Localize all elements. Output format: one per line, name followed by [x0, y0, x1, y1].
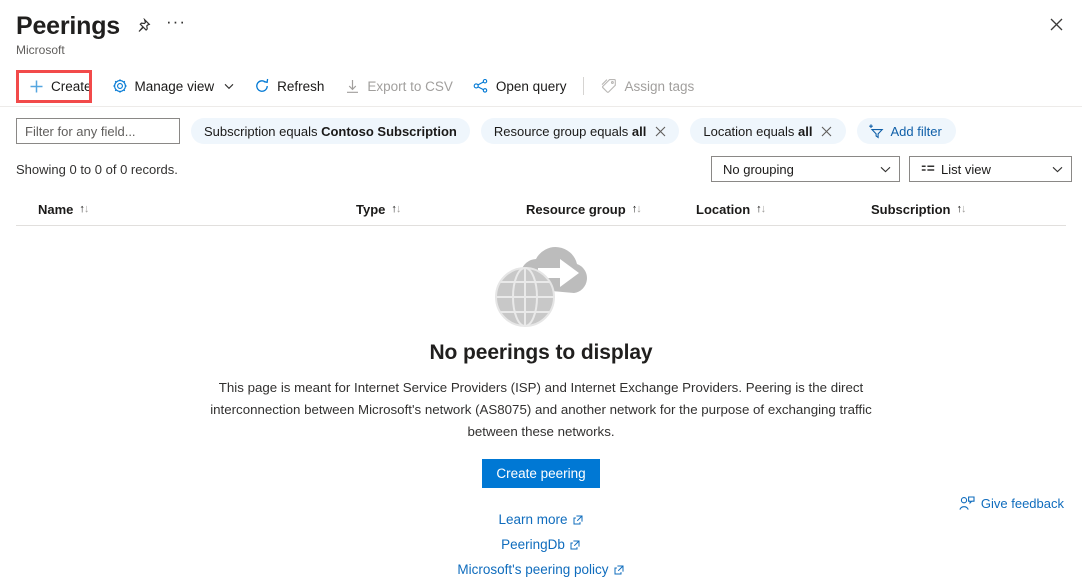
gear-icon — [112, 78, 128, 94]
sort-icon: ↑ ↓ — [391, 203, 401, 215]
refresh-icon — [254, 78, 270, 94]
grouping-dropdown-value: No grouping — [723, 161, 794, 177]
external-link-icon — [570, 539, 581, 550]
column-header-resource-group[interactable]: Resource group ↑ ↓ — [526, 202, 696, 217]
column-header-subscription[interactable]: Subscription ↑ ↓ — [871, 201, 966, 217]
add-filter-label: Add filter — [890, 123, 942, 139]
manage-view-button[interactable]: Manage view — [102, 71, 245, 101]
give-feedback-button[interactable]: Give feedback — [959, 496, 1064, 511]
learn-more-link[interactable]: Learn more — [498, 512, 583, 527]
tag-icon — [601, 78, 617, 94]
column-header-resource-group-label: Resource group — [526, 201, 626, 217]
export-to-csv-button[interactable]: Export to CSV — [334, 71, 463, 101]
export-to-csv-label: Export to CSV — [367, 78, 453, 94]
results-toolbar: Showing 0 to 0 of 0 records. No grouping… — [0, 144, 1082, 182]
sort-icon: ↑ ↓ — [956, 203, 966, 215]
sort-icon: ↑ ↓ — [756, 203, 766, 215]
search-input[interactable] — [25, 123, 171, 139]
globe-cloud-peering-icon — [482, 243, 600, 329]
peeringdb-link[interactable]: PeeringDb — [501, 537, 581, 552]
assign-tags-label: Assign tags — [624, 78, 695, 94]
refresh-button[interactable]: Refresh — [244, 71, 334, 101]
plus-icon — [28, 78, 44, 94]
peeringdb-label: PeeringDb — [501, 537, 565, 552]
records-count: Showing 0 to 0 of 0 records. — [16, 161, 178, 177]
filter-pill-subscription[interactable]: Subscription equals Contoso Subscription — [191, 118, 470, 144]
remove-filter-icon[interactable] — [654, 125, 666, 137]
download-icon — [344, 78, 360, 94]
create-peering-button[interactable]: Create peering — [482, 459, 600, 488]
external-link-icon — [573, 514, 584, 525]
create-button[interactable]: Create — [18, 71, 102, 101]
learn-more-label: Learn more — [498, 512, 568, 527]
filter-pill-resource-group[interactable]: Resource group equals all — [480, 118, 680, 144]
empty-state-description: This page is meant for Internet Service … — [210, 380, 872, 439]
page-subtitle: Microsoft — [16, 43, 65, 57]
assign-tags-button[interactable]: Assign tags — [591, 71, 704, 101]
column-header-location-label: Location — [696, 201, 751, 217]
filter-bar: Subscription equals Contoso Subscription… — [0, 107, 1082, 144]
list-view-icon — [921, 163, 935, 175]
open-query-label: Open query — [495, 78, 567, 94]
pin-icon[interactable] — [134, 17, 152, 35]
person-feedback-icon — [959, 496, 975, 511]
chevron-down-icon — [1051, 163, 1063, 175]
create-button-label: Create — [51, 78, 92, 94]
peerings-blade: Peerings ··· Microsoft Create Manage vie… — [0, 0, 1082, 577]
title-row: Peerings ··· — [16, 10, 1082, 42]
ellipsis-icon[interactable]: ··· — [166, 13, 186, 35]
blade-header: Peerings ··· Microsoft — [0, 0, 1082, 57]
column-header-subscription-label: Subscription — [871, 201, 951, 217]
empty-state-title: No peerings to display — [429, 341, 653, 364]
refresh-label: Refresh — [277, 78, 325, 94]
toolbar-divider — [583, 77, 585, 95]
column-header-name[interactable]: Name ↑ ↓ — [16, 202, 356, 217]
close-icon[interactable] — [1040, 8, 1072, 40]
search-input-wrapper[interactable] — [16, 118, 180, 144]
empty-state: No peerings to display This page is mean… — [0, 226, 1082, 577]
column-header-type-label: Type — [356, 201, 386, 217]
filter-pill-location[interactable]: Location equals all — [690, 118, 846, 144]
filter-pill-resource-group-prefix: Resource group equals — [493, 123, 632, 139]
column-header-name-label: Name — [38, 201, 74, 217]
empty-state-links: Learn more PeeringDb Microsoft's peering… — [457, 512, 624, 577]
filter-pill-subscription-prefix: Subscription equals — [204, 123, 322, 139]
filter-pill-subscription-value: Contoso Subscription — [321, 123, 457, 139]
add-filter-button[interactable]: Add filter — [856, 118, 956, 144]
share-graph-icon — [473, 78, 489, 94]
filter-pill-resource-group-value: all — [631, 123, 647, 139]
view-dropdown[interactable]: List view — [909, 156, 1072, 182]
manage-view-label: Manage view — [134, 78, 215, 94]
sort-icon: ↑ ↓ — [631, 203, 642, 215]
view-dropdown-value: List view — [941, 161, 991, 177]
filter-pill-location-prefix: Location equals — [703, 123, 799, 139]
add-filter-icon — [868, 123, 885, 139]
grouping-dropdown[interactable]: No grouping — [711, 156, 900, 182]
chevron-down-icon — [879, 163, 891, 175]
chevron-down-icon — [223, 81, 234, 92]
column-header-location[interactable]: Location ↑ ↓ — [696, 202, 871, 217]
open-query-button[interactable]: Open query — [463, 71, 577, 101]
column-header-type[interactable]: Type ↑ ↓ — [356, 202, 526, 217]
give-feedback-label: Give feedback — [980, 496, 1064, 511]
page-title: Peerings — [16, 12, 121, 40]
remove-filter-icon[interactable] — [821, 125, 833, 137]
sort-icon: ↑ ↓ — [79, 203, 89, 215]
command-bar: Create Manage view Refresh Export to CSV… — [16, 69, 1082, 103]
filter-pill-location-value: all — [798, 123, 813, 139]
table-header: Name ↑ ↓ Type ↑ ↓ Resource group ↑ ↓ Locati… — [0, 193, 1082, 225]
